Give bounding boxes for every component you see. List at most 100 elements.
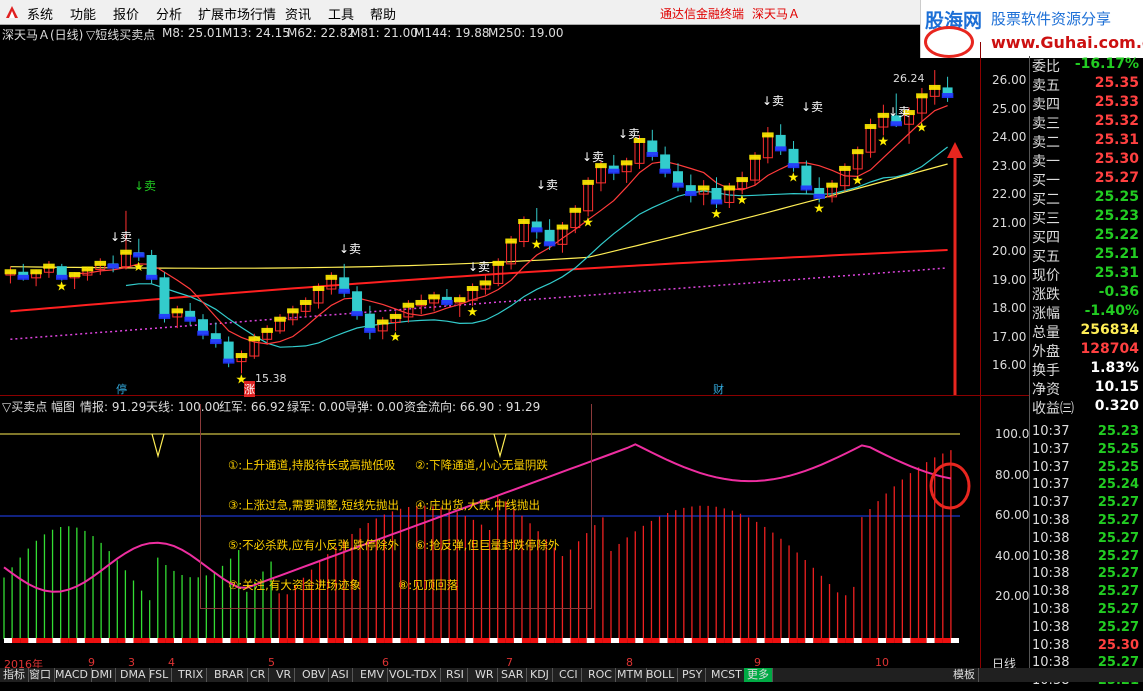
indicator-tab[interactable]: WR bbox=[472, 668, 498, 682]
template-button[interactable]: 模板 bbox=[950, 668, 979, 682]
tick-time: 10:38 bbox=[1032, 566, 1070, 582]
watermark-url: www.Guhai.com.cn bbox=[991, 33, 1143, 52]
yaxis-tick-label: 100.0 bbox=[995, 427, 1030, 441]
signal-strip bbox=[246, 638, 255, 643]
tick-price: 25.27 bbox=[1097, 584, 1139, 600]
signal-strip bbox=[805, 638, 814, 643]
indicator-tab[interactable]: VR bbox=[273, 668, 296, 682]
signal-strip bbox=[343, 638, 353, 643]
quote-row: 卖四 25.33 bbox=[1030, 94, 1143, 113]
quote-row: 外盘 128704 bbox=[1030, 341, 1143, 360]
yaxis-tick-label: 60.00 bbox=[995, 508, 1030, 522]
signal-strip bbox=[230, 638, 239, 643]
signal-strip bbox=[902, 638, 911, 643]
trend-ribbon bbox=[81, 266, 94, 272]
indicator-tab[interactable]: TRIX bbox=[175, 668, 208, 682]
trend-ribbon bbox=[325, 274, 338, 280]
signal-strip bbox=[376, 638, 385, 643]
signal-strip bbox=[886, 638, 895, 643]
indicator-tab[interactable]: ASI bbox=[328, 668, 353, 682]
indicator-tab[interactable]: BOLL bbox=[643, 668, 679, 682]
quote-label: 总量 bbox=[1032, 325, 1060, 341]
signal-strip bbox=[84, 638, 94, 643]
signal-strip bbox=[52, 638, 61, 643]
signal-strip bbox=[700, 638, 709, 643]
signal-strip bbox=[691, 638, 701, 643]
indicator-tab[interactable]: BRAR bbox=[211, 668, 248, 682]
menu-extended-market[interactable]: 扩展市场行情 bbox=[198, 4, 276, 23]
trend-ribbon bbox=[184, 316, 196, 322]
indicator-tab[interactable]: OBV bbox=[299, 668, 330, 682]
quote-label: 换手 bbox=[1032, 363, 1060, 379]
menu-system[interactable]: 系统 bbox=[27, 4, 53, 23]
menu-quote[interactable]: 报价 bbox=[113, 4, 139, 23]
quote-label: 卖四 bbox=[1032, 97, 1060, 113]
menu-help[interactable]: 帮助 bbox=[370, 4, 396, 23]
quote-value: -1.40% bbox=[1084, 303, 1139, 319]
signal-strip bbox=[716, 638, 725, 643]
indicator-tab[interactable]: CR bbox=[247, 668, 270, 682]
indicator-tab[interactable]: DMI bbox=[88, 668, 117, 682]
low-label: 15.38 bbox=[255, 372, 287, 385]
tick-time: 10:37 bbox=[1032, 495, 1070, 511]
indicator-tab[interactable]: 指标 bbox=[0, 668, 29, 682]
signal-strip bbox=[36, 638, 45, 643]
yaxis-tick-label: 26.00 bbox=[992, 73, 1027, 87]
signal-strip bbox=[408, 638, 417, 643]
kline-chart[interactable]: ★★★★★★★★★★★★★★ bbox=[0, 40, 980, 395]
quote-label: 净资 bbox=[1032, 382, 1060, 398]
indicator-tab[interactable]: DMA bbox=[117, 668, 150, 682]
menu-analysis[interactable]: 分析 bbox=[156, 4, 182, 23]
indicator-tab[interactable]: EMV bbox=[357, 668, 388, 682]
buy-star-icon: ★ bbox=[736, 193, 748, 208]
menu-news[interactable]: 资讯 bbox=[285, 4, 311, 23]
tick-price: 25.27 bbox=[1097, 530, 1139, 546]
signal-strip bbox=[562, 638, 571, 643]
indicator-tab[interactable]: SAR bbox=[498, 668, 528, 682]
signal-strip bbox=[198, 638, 207, 643]
trend-ribbon bbox=[723, 185, 736, 191]
signal-strip bbox=[910, 638, 919, 643]
tick-row: 10:38 25.27 bbox=[1030, 620, 1143, 638]
trend-ribbon bbox=[556, 224, 569, 230]
menu-function[interactable]: 功能 bbox=[70, 4, 96, 23]
indicator-tab[interactable]: 更多 bbox=[744, 668, 773, 682]
signal-strip bbox=[505, 638, 514, 643]
buy-star-icon: ★ bbox=[788, 171, 800, 186]
signal-strip bbox=[311, 638, 320, 643]
indicator-tab[interactable]: KDJ bbox=[527, 668, 553, 682]
trend-ribbon bbox=[248, 336, 261, 342]
trend-ribbon bbox=[774, 146, 787, 152]
indicator-tab[interactable]: RSI bbox=[443, 668, 468, 682]
quote-row: 净资 10.15 bbox=[1030, 379, 1143, 398]
signal-strip bbox=[530, 638, 539, 643]
indicator-tab[interactable]: FSL bbox=[146, 668, 173, 682]
indicator-tab[interactable]: PSY bbox=[679, 668, 707, 682]
trend-ribbon bbox=[736, 177, 748, 183]
indicator-tab[interactable]: ROC bbox=[585, 668, 616, 682]
signal-strip bbox=[756, 638, 765, 643]
indicator-tab[interactable]: CCI bbox=[556, 668, 582, 682]
indicator-tab[interactable]: MCST bbox=[708, 668, 746, 682]
signal-strip bbox=[400, 638, 409, 643]
signal-sell: ↓卖 bbox=[801, 100, 824, 114]
legend-4: ④:庄出货,大跌,中线抛出 bbox=[415, 498, 540, 512]
yaxis-tick-label: 18.00 bbox=[992, 301, 1027, 315]
indicator-tab[interactable]: MTM bbox=[614, 668, 647, 682]
quote-value: 256834 bbox=[1080, 322, 1139, 338]
candle-body bbox=[159, 277, 170, 318]
quote-row: 卖三 25.32 bbox=[1030, 113, 1143, 132]
menu-tools[interactable]: 工具 bbox=[328, 4, 354, 23]
buy-star-icon: ★ bbox=[916, 120, 928, 135]
yaxis-divider bbox=[980, 42, 981, 668]
indicator-tab[interactable]: VOL-TDX bbox=[386, 668, 441, 682]
trend-ribbon bbox=[210, 339, 222, 345]
trend-ribbon bbox=[222, 358, 235, 364]
signal-strip bbox=[610, 638, 620, 643]
lower-indicator-name[interactable]: ▽买卖点 幅图 bbox=[2, 398, 75, 415]
indicator-tab[interactable]: 窗口 bbox=[26, 668, 55, 682]
indicator-tab[interactable]: MACD bbox=[52, 668, 92, 682]
trend-ribbon bbox=[299, 299, 312, 305]
legend-3: ③:上涨过急,需要调整,短线先抛出 bbox=[228, 498, 399, 512]
trend-ribbon bbox=[928, 84, 941, 90]
